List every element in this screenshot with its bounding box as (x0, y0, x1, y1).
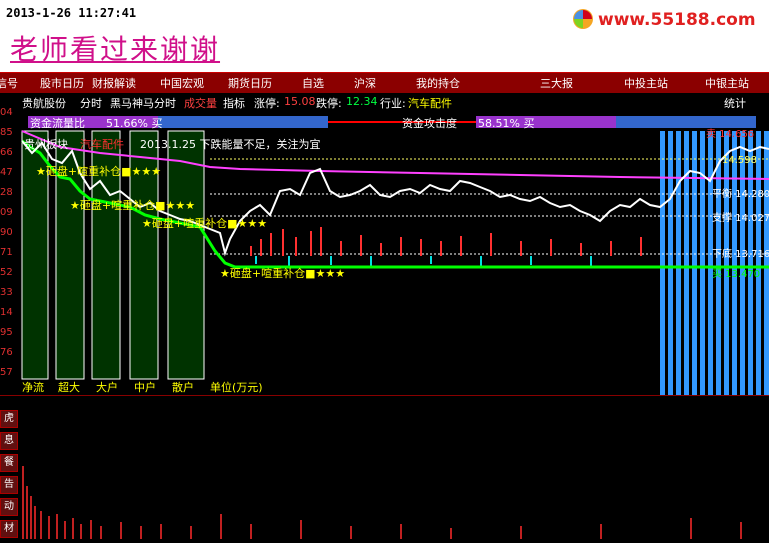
limit-down-label: 跌停: (316, 97, 342, 110)
side-tab[interactable]: 告 (0, 476, 18, 494)
menu-item-macro[interactable]: 中国宏观 (160, 75, 204, 91)
fund-attack-label: 资金攻击度 (402, 117, 457, 130)
bar-label-net: 净流 (22, 381, 44, 394)
menu-bar: 信号 股市日历 财报解读 中国宏观 期货日历 自选 沪深 我的持仓 三大报 中投… (0, 72, 769, 94)
bar-label-super: 超大 (58, 381, 80, 394)
menu-item-zhongyin[interactable]: 中银主站 (705, 75, 749, 91)
menu-item-zhongtou[interactable]: 中投主站 (624, 75, 668, 91)
y-tick: 52 (0, 267, 13, 278)
side-tab[interactable]: 材 (0, 520, 18, 538)
menu-item-earnings[interactable]: 财报解读 (92, 75, 136, 91)
level-balance: 平衡 14.280 (712, 189, 769, 200)
fund-flow-value: 51.66% 买 (106, 117, 163, 130)
menu-item-three-reports[interactable]: 三大报 (540, 75, 573, 91)
indicator-menu[interactable]: 指标 (223, 95, 245, 111)
menu-item-watchlist[interactable]: 自选 (302, 75, 324, 91)
menu-item-holdings[interactable]: 我的持仓 (416, 75, 460, 91)
level-buy: 买 13.470 (712, 269, 761, 280)
side-tab[interactable]: 虎 (0, 410, 18, 428)
bar-retail (167, 130, 205, 380)
stock-info-bar: 贵航股份 分时 黑马神马分时 成交量 指标 涨停: 15.08 跌停: 12.3… (0, 93, 769, 111)
y-tick: 57 (0, 367, 13, 378)
y-tick: 33 (0, 287, 13, 298)
fund-attack-value: 58.51% 买 (478, 117, 535, 130)
y-tick: 85 (0, 127, 13, 138)
level-resist: 14.598 (722, 155, 757, 166)
signal-label: ★砸盘+喧重补仓■★★★ (220, 267, 346, 280)
volume-panel[interactable]: 虎 息 餐 告 动 材 (0, 395, 769, 539)
datetime-label: 2013-1-26 11:27:41 (6, 6, 137, 20)
y-tick: 47 (0, 167, 13, 178)
menu-item-hushen[interactable]: 沪深 (354, 75, 376, 91)
menu-item-futures[interactable]: 期货日历 (228, 75, 272, 91)
y-axis: 04 85 66 47 28 09 90 71 52 33 14 95 76 5… (0, 107, 20, 395)
level-sell: 卖 14.656 (706, 129, 755, 140)
level-bottom: 下底 13.716 (712, 249, 769, 260)
intraday-chart[interactable]: 资金流量比 51.66% 买 资金攻击度 58.51% 买 贵州板块 汽车配件 … (20, 111, 769, 395)
limit-up-value: 15.08 (284, 95, 316, 108)
indicator-name[interactable]: 黑马神马分时 (110, 95, 176, 111)
y-tick: 95 (0, 327, 13, 338)
volume-label[interactable]: 成交量 (184, 95, 217, 111)
y-tick: 14 (0, 307, 13, 318)
limit-down-value: 12.34 (346, 95, 378, 108)
top-banner: 2013-1-26 11:27:41 老师看过来谢谢 www.55188.com (0, 0, 769, 72)
limit-up-label: 涨停: (254, 97, 280, 110)
mode-label[interactable]: 分时 (80, 95, 102, 111)
industry-value[interactable]: 汽车配件 (408, 95, 452, 111)
bar-label-retail: 散户 (172, 381, 194, 394)
signal-label: ★砸盘+喧重补仓■★★★ (142, 217, 268, 230)
bar-label-medium: 中户 (134, 381, 156, 394)
fund-flow-label: 资金流量比 (30, 117, 85, 130)
bar-label-large: 大户 (96, 381, 118, 394)
side-tab[interactable]: 息 (0, 432, 18, 450)
menu-item-market-calendar[interactable]: 股市日历 (40, 75, 84, 91)
stock-name[interactable]: 贵航股份 (22, 95, 66, 111)
y-tick: 71 (0, 247, 13, 258)
intraday-chart-svg (21, 116, 769, 395)
industry-label: 行业: (380, 97, 406, 110)
note-text: 2013.1.25 下跌能量不足，关注为宜 (140, 138, 321, 151)
side-tab[interactable]: 动 (0, 498, 18, 516)
flow-histogram (250, 227, 642, 268)
level-support: 支撑 14.027 (712, 213, 769, 224)
industry-tag: 汽车配件 (80, 138, 124, 151)
signal-label: ★砸盘+喧重补仓■★★★ (36, 165, 162, 178)
signal-label: ★砸盘+喧重补仓■★★★ (70, 199, 196, 212)
stats-button[interactable]: 统计 (724, 95, 746, 111)
y-tick: 66 (0, 147, 13, 158)
side-tab[interactable]: 餐 (0, 454, 18, 472)
y-tick: 28 (0, 187, 13, 198)
y-tick: 76 (0, 347, 13, 358)
promo-text: 老师看过来谢谢 (10, 33, 221, 66)
volume-bars (22, 466, 742, 539)
site-url[interactable]: www.55188.com (598, 10, 756, 30)
volume-svg (22, 466, 742, 539)
y-tick: 04 (0, 107, 13, 118)
y-tick: 90 (0, 227, 13, 238)
unit-label: 单位(万元) (210, 381, 263, 394)
menu-item-signal[interactable]: 信号 (0, 75, 18, 91)
sector-label: 贵州板块 (24, 138, 68, 151)
fund-flow-bar-remainder (158, 116, 328, 128)
y-tick: 09 (0, 207, 13, 218)
site-logo-icon (573, 9, 593, 29)
